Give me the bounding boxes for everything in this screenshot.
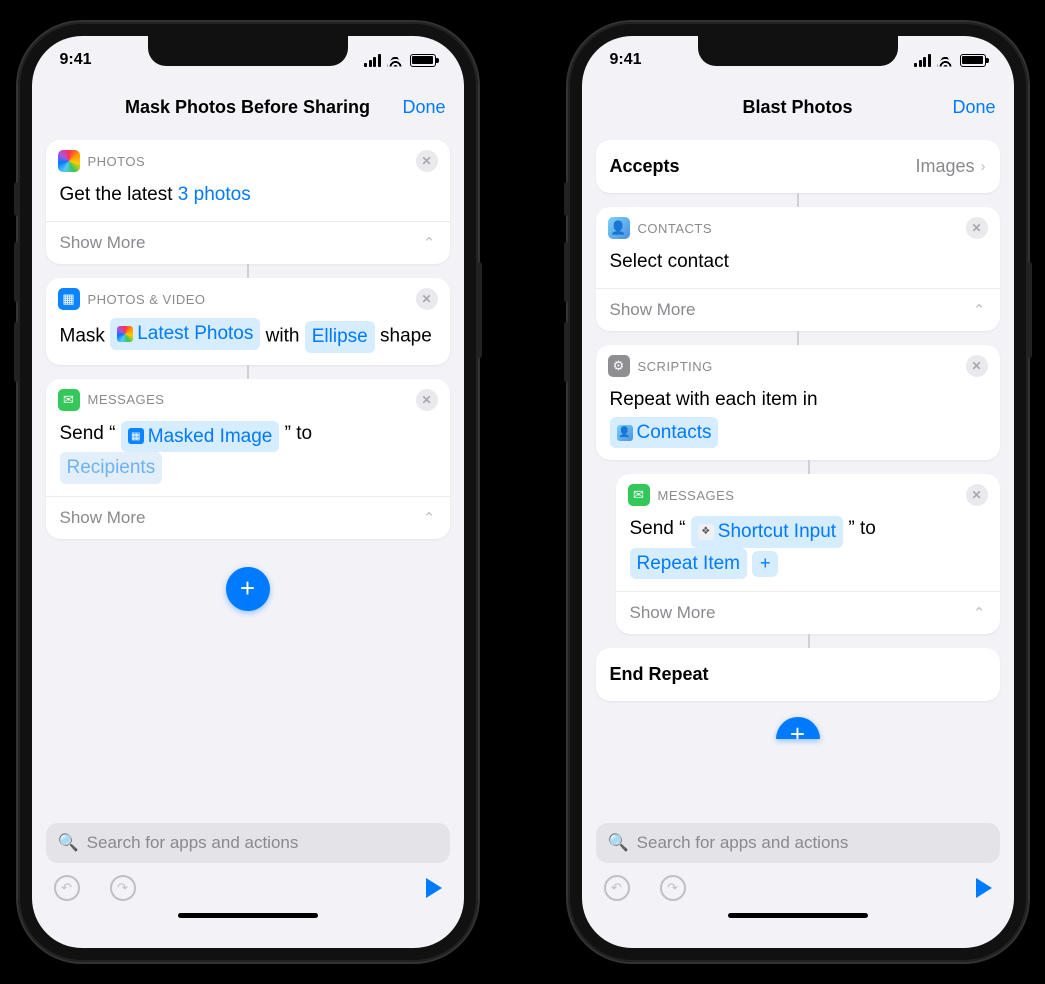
show-more-button[interactable]: Show More ⌃ <box>616 591 1000 634</box>
remove-action-button[interactable]: ✕ <box>416 288 438 310</box>
phone-left: 9:41 Mask Photos Before Sharing Done PHO… <box>18 22 478 962</box>
show-more-button[interactable]: Show More ⌃ <box>46 496 450 539</box>
done-button[interactable]: Done <box>952 97 995 118</box>
undo-button[interactable]: ↶ <box>604 875 630 901</box>
nav-bar: Mask Photos Before Sharing Done <box>32 84 464 130</box>
action-end-repeat[interactable]: End Repeat <box>596 648 1000 701</box>
actions-list: Accepts Images › 👤 CONTACTS ✕ Select cont… <box>582 130 1014 815</box>
actions-list: PHOTOS ✕ Get the latest 3 photos Show Mo… <box>32 130 464 815</box>
status-time: 9:41 <box>610 51 642 69</box>
status-time: 9:41 <box>60 51 92 69</box>
action-category: SCRIPTING <box>638 359 713 374</box>
action-category: MESSAGES <box>88 392 165 407</box>
wifi-icon <box>937 54 954 67</box>
show-more-button[interactable]: Show More ⌃ <box>596 288 1000 331</box>
action-category: PHOTOS & VIDEO <box>88 292 206 307</box>
notch <box>148 36 348 66</box>
search-placeholder: Search for apps and actions <box>637 833 849 853</box>
search-placeholder: Search for apps and actions <box>87 833 299 853</box>
messages-app-icon: ✉︎ <box>58 389 80 411</box>
add-action-button[interactable]: + <box>776 717 820 739</box>
action-send-message[interactable]: ✉︎ MESSAGES ✕ Send “ ▦Masked Image ” to … <box>46 379 450 539</box>
variable-masked-image[interactable]: ▦Masked Image <box>121 421 280 452</box>
accepts-value: Images <box>915 156 974 177</box>
done-button[interactable]: Done <box>402 97 445 118</box>
battery-icon <box>410 54 436 67</box>
redo-button[interactable]: ↷ <box>660 875 686 901</box>
shortcut-title: Blast Photos <box>742 97 852 118</box>
scripting-icon: ⚙︎ <box>608 355 630 377</box>
chevron-up-icon: ⌃ <box>423 234 436 252</box>
action-category: CONTACTS <box>638 221 713 236</box>
search-icon: 🔍 <box>608 833 629 853</box>
battery-icon <box>960 54 986 67</box>
param-ellipse[interactable]: Ellipse <box>305 321 375 352</box>
cellular-icon <box>914 54 931 67</box>
messages-app-icon: ✉︎ <box>628 484 650 506</box>
photo-count-param[interactable]: 3 photos <box>178 184 251 205</box>
photos-app-icon <box>58 150 80 172</box>
remove-action-button[interactable]: ✕ <box>966 355 988 377</box>
run-shortcut-button[interactable] <box>426 878 442 898</box>
undo-button[interactable]: ↶ <box>54 875 80 901</box>
add-recipient-button[interactable]: + <box>752 551 778 577</box>
search-icon: 🔍 <box>58 833 79 853</box>
home-indicator[interactable] <box>178 913 318 918</box>
remove-action-button[interactable]: ✕ <box>966 484 988 506</box>
cellular-icon <box>364 54 381 67</box>
run-shortcut-button[interactable] <box>976 878 992 898</box>
phone-right: 9:41 Blast Photos Done Accepts Images › 👤… <box>568 22 1028 962</box>
action-get-latest-photos[interactable]: PHOTOS ✕ Get the latest 3 photos Show Mo… <box>46 140 450 264</box>
variable-shortcut-input[interactable]: ❖Shortcut Input <box>691 516 843 547</box>
variable-repeat-item[interactable]: Repeat Item <box>630 548 748 579</box>
home-indicator[interactable] <box>728 913 868 918</box>
param-recipients[interactable]: Recipients <box>60 452 163 483</box>
action-category: MESSAGES <box>658 488 735 503</box>
nav-bar: Blast Photos Done <box>582 84 1014 130</box>
chevron-up-icon: ⌃ <box>423 509 436 527</box>
show-more-button[interactable]: Show More ⌃ <box>46 221 450 264</box>
accepts-input-row[interactable]: Accepts Images › <box>596 140 1000 193</box>
add-action-button[interactable]: + <box>226 567 270 611</box>
accepts-label: Accepts <box>610 156 680 177</box>
wifi-icon <box>387 54 404 67</box>
search-input[interactable]: 🔍 Search for apps and actions <box>596 823 1000 863</box>
search-input[interactable]: 🔍 Search for apps and actions <box>46 823 450 863</box>
remove-action-button[interactable]: ✕ <box>416 150 438 172</box>
action-send-message-nested[interactable]: ✉︎ MESSAGES ✕ Send “ ❖Shortcut Input ” t… <box>616 474 1000 634</box>
shortcut-title: Mask Photos Before Sharing <box>125 97 370 118</box>
action-select-contact[interactable]: 👤 CONTACTS ✕ Select contact Show More ⌃ <box>596 207 1000 331</box>
chevron-up-icon: ⌃ <box>973 604 986 622</box>
action-mask-image[interactable]: ▦ PHOTOS & VIDEO ✕ Mask Latest Photos wi… <box>46 278 450 364</box>
text-select-contact: Select contact <box>610 251 729 272</box>
chevron-right-icon: › <box>981 158 986 175</box>
notch <box>698 36 898 66</box>
remove-action-button[interactable]: ✕ <box>966 217 988 239</box>
photos-video-icon: ▦ <box>58 288 80 310</box>
remove-action-button[interactable]: ✕ <box>416 389 438 411</box>
redo-button[interactable]: ↷ <box>110 875 136 901</box>
action-category: PHOTOS <box>88 154 146 169</box>
chevron-up-icon: ⌃ <box>973 301 986 319</box>
text-get-latest: Get the latest <box>60 184 173 205</box>
action-repeat-each[interactable]: ⚙︎ SCRIPTING ✕ Repeat with each item in … <box>596 345 1000 460</box>
contacts-app-icon: 👤 <box>608 217 630 239</box>
variable-latest-photos[interactable]: Latest Photos <box>110 318 260 349</box>
variable-contacts[interactable]: 👤Contacts <box>610 417 719 448</box>
